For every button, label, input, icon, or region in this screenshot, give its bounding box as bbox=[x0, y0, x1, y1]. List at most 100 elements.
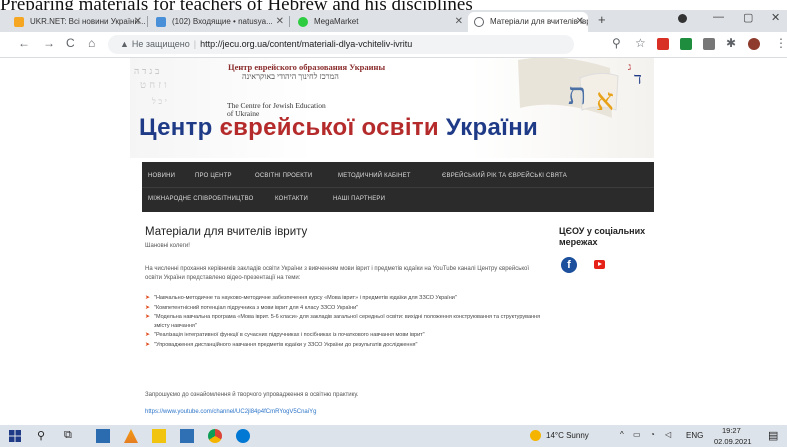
grey-extension-icon[interactable] bbox=[703, 38, 715, 50]
svg-text:ד: ד bbox=[634, 69, 642, 88]
chrome-app-icon[interactable] bbox=[208, 429, 222, 443]
list-item: ➤ "Навчально-методичне та науково-методич… bbox=[145, 294, 550, 303]
menu-item-contacts[interactable]: КОНТАКТИ bbox=[275, 196, 308, 202]
skype-app-icon[interactable] bbox=[236, 429, 250, 443]
menu-item-jewish-year[interactable]: ЄВРЕЙСЬКИЙ РІК ТА ЄВРЕЙСЬКІ СВЯТА bbox=[442, 173, 567, 179]
vlc-app-icon[interactable] bbox=[124, 429, 138, 443]
new-tab-button[interactable]: + bbox=[598, 12, 606, 27]
mail-favicon-icon bbox=[156, 17, 166, 27]
list-item-text: "Модельна навчальна програма «Мова іврит… bbox=[154, 314, 541, 329]
svg-text:י כ ל: י כ ל bbox=[151, 97, 167, 106]
zoom-icon[interactable]: ⚲ bbox=[612, 36, 621, 50]
arrow-bullet-icon: ➤ bbox=[145, 314, 151, 320]
list-item-text: "Компетентнісний потенціал підручника з … bbox=[154, 304, 359, 311]
browser-toolbar: ← → C ⌂ ▲ Не защищено | http://jecu.org.ua/… bbox=[0, 32, 787, 58]
header-russian-title: Центр еврейского образования Украины bbox=[228, 62, 386, 72]
minimize-button[interactable]: — bbox=[713, 11, 724, 23]
tab-megamarket[interactable]: MegaMarket ✕ bbox=[292, 12, 467, 32]
list-item: ➤ "Компетентнісний потенціал підручника з… bbox=[145, 304, 550, 313]
file-explorer-icon[interactable] bbox=[152, 429, 166, 443]
menu-item-methodology[interactable]: МЕТОДИЧНИЙ КАБІНЕТ bbox=[338, 173, 411, 179]
menu-item-international[interactable]: МІЖНАРОДНЕ СПІВРОБІТНИЦТВО bbox=[148, 196, 254, 202]
menu-item-projects[interactable]: ОСВІТНІ ПРОЕКТИ bbox=[255, 173, 312, 179]
clock-time[interactable]: 19:27 bbox=[722, 426, 741, 435]
reload-icon[interactable]: C bbox=[66, 36, 75, 50]
tab-ukrnet[interactable]: UKR.NET: Всі новини України... ✕ bbox=[8, 12, 146, 32]
close-window-button[interactable]: ✕ bbox=[771, 11, 780, 24]
tab-label: Матеріали для вчителів іврит bbox=[490, 17, 588, 26]
megamarket-favicon-icon bbox=[298, 17, 308, 27]
tab-active-materials[interactable]: Матеріали для вчителів іврит ✕ bbox=[468, 12, 588, 32]
globe-favicon-icon bbox=[474, 17, 484, 27]
windows-taskbar: ⚲ ⧉ 14°C Sunny ^ ▭ ◔ ◁ ENG 19:27 02.09.2… bbox=[0, 425, 787, 447]
arrow-bullet-icon: ➤ bbox=[145, 295, 151, 301]
maximize-button[interactable]: ▢ bbox=[743, 11, 753, 24]
windows-start-icon[interactable] bbox=[8, 429, 22, 443]
youtube-channel-link[interactable]: https://www.youtube.com/channel/UC2jl84p… bbox=[145, 409, 316, 415]
mail-app-icon[interactable] bbox=[96, 429, 110, 443]
tab-label: UKR.NET: Всі новини України... bbox=[30, 17, 146, 26]
language-indicator[interactable]: ENG bbox=[686, 431, 703, 440]
tab-inbox[interactable]: (102) Входящие • natusya... ✕ bbox=[150, 12, 288, 32]
network-icon[interactable]: ▭ bbox=[633, 430, 641, 439]
back-arrow-icon[interactable]: ← bbox=[18, 36, 30, 50]
arrow-bullet-icon: ➤ bbox=[145, 341, 151, 348]
tab-label: (102) Входящие • natusya... bbox=[172, 17, 273, 26]
menu-item-partners[interactable]: НАШІ ПАРТНЕРИ bbox=[333, 196, 385, 202]
clock-date[interactable]: 02.09.2021 bbox=[714, 437, 752, 446]
task-view-icon[interactable]: ⧉ bbox=[64, 429, 72, 442]
ukrnet-favicon-icon bbox=[14, 17, 24, 27]
weather-text[interactable]: 14°C Sunny bbox=[546, 431, 589, 440]
screen: { "caption": "Preparing materials for te… bbox=[0, 0, 787, 447]
tab-label: MegaMarket bbox=[314, 17, 359, 26]
intro-paragraph: На численні прохання керівників закладів… bbox=[145, 266, 530, 281]
page-title: Матеріали для вчителів івриту bbox=[145, 226, 308, 238]
profile-avatar-icon[interactable] bbox=[748, 38, 760, 50]
notifications-icon[interactable]: ▤ bbox=[768, 429, 778, 442]
tray-chevron-icon[interactable]: ^ bbox=[620, 430, 624, 439]
bookmark-star-icon[interactable]: ☆ bbox=[635, 36, 646, 50]
weather-sun-icon bbox=[530, 430, 541, 441]
list-item: ➤ "Упровадження дистанційного навчання пр… bbox=[145, 341, 550, 350]
url-text: http://jecu.org.ua/content/materiali-dly… bbox=[200, 39, 413, 49]
list-item: ➤ "Модельна навчальна програма «Мова іври… bbox=[145, 313, 550, 330]
forward-arrow-icon[interactable]: → bbox=[43, 36, 55, 50]
volume-icon[interactable]: ◁ bbox=[665, 430, 671, 439]
site-header-banner: ב ג ד ה ו ז ח ט י כ ל Центр еврейского о… bbox=[130, 58, 654, 158]
browser-tab-strip: UKR.NET: Всі новини України... ✕ (102) В… bbox=[0, 10, 787, 32]
greeting-text: Шановні колеги! bbox=[145, 243, 190, 249]
svg-text:ו ז ח ט: ו ז ח ט bbox=[140, 80, 167, 91]
arrow-bullet-icon: ➤ bbox=[145, 304, 151, 311]
menu-item-about[interactable]: ПРО ЦЕНТР bbox=[195, 173, 232, 179]
menu-item-news[interactable]: НОВИНИ bbox=[148, 173, 175, 179]
list-item-text: "Упровадження дистанційного навчання пре… bbox=[154, 341, 418, 348]
presentation-list: ➤ "Навчально-методичне та науково-методич… bbox=[145, 294, 550, 350]
photos-app-icon[interactable] bbox=[180, 429, 194, 443]
close-tab-icon[interactable]: ✕ bbox=[576, 12, 584, 32]
close-tab-icon[interactable]: ✕ bbox=[455, 12, 463, 32]
browser-menu-icon[interactable]: ⋮ bbox=[775, 36, 787, 50]
green-extension-icon[interactable] bbox=[680, 38, 692, 50]
extensions-puzzle-icon[interactable]: ✱ bbox=[726, 36, 736, 50]
svg-text:ת: ת bbox=[568, 77, 586, 112]
close-tab-icon[interactable]: ✕ bbox=[134, 12, 142, 32]
site-main-menu: НОВИНИ ПРО ЦЕНТР ОСВІТНІ ПРОЕКТИ МЕТОДИЧ… bbox=[142, 162, 654, 212]
list-item-text: "Навчально-методичне та науково-методичн… bbox=[154, 295, 457, 301]
search-icon[interactable]: ⚲ bbox=[37, 429, 45, 442]
youtube-icon[interactable] bbox=[594, 260, 605, 269]
svg-text:א: א bbox=[596, 83, 614, 118]
hebrew-letters-logo-icon: ת א ג ד bbox=[518, 58, 642, 118]
facebook-icon[interactable]: f bbox=[561, 257, 577, 273]
wifi-icon[interactable]: ◔ bbox=[650, 430, 655, 439]
svg-text:ג: ג bbox=[628, 62, 631, 73]
profile-indicator-icon[interactable] bbox=[678, 14, 687, 23]
close-tab-icon[interactable]: ✕ bbox=[276, 12, 284, 32]
site-logo-title[interactable]: Центр єврейської освіти України bbox=[139, 114, 538, 142]
caption-text: Preparing materials for teachers of Hebr… bbox=[0, 0, 787, 10]
list-item-text: "Реалізація інтегративної функції в суча… bbox=[154, 332, 425, 338]
svg-text:ב ג ד ה: ב ג ד ה bbox=[134, 67, 159, 77]
logo-title-part1: Центр bbox=[139, 114, 220, 141]
address-bar[interactable]: ▲ Не защищено | http://jecu.org.ua/content/… bbox=[108, 35, 574, 54]
pdf-extension-icon[interactable] bbox=[657, 38, 669, 50]
home-icon[interactable]: ⌂ bbox=[88, 36, 95, 50]
